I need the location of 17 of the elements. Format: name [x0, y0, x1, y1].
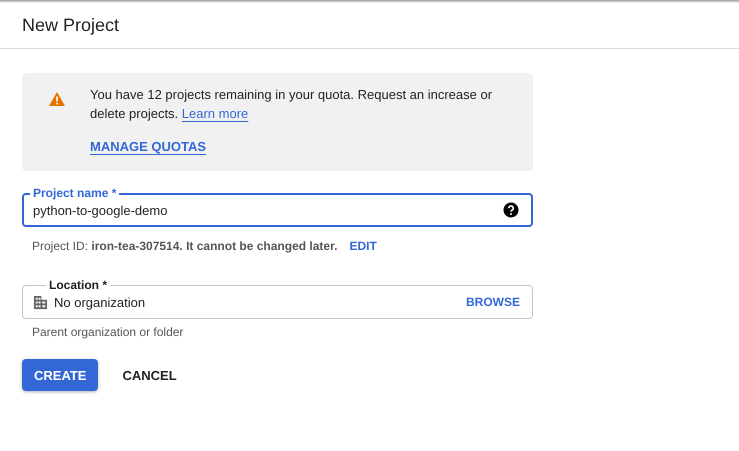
building-icon	[33, 294, 48, 310]
browse-link[interactable]: BROWSE	[466, 295, 520, 309]
project-id-text: Project ID: iron-tea-307514. It cannot be changed later.	[32, 239, 338, 253]
quota-message: You have 12 projects remaining in your quota. Request an increase or delete projects. Learn more	[90, 86, 494, 123]
field-value: python-to-google-demo	[33, 202, 168, 218]
field-label: Project name *	[30, 186, 120, 200]
page-title: New Project	[22, 15, 120, 36]
location-hint: Parent organization or folder	[32, 325, 184, 339]
learn-more-link[interactable]: Learn more	[182, 106, 248, 121]
warning-icon	[49, 92, 65, 106]
field-value: No organization	[54, 294, 146, 310]
edit-link[interactable]: EDIT	[349, 239, 377, 253]
create-button[interactable]: CREATE	[22, 359, 98, 391]
manage-quotas-link[interactable]: MANAGE QUOTAS	[90, 139, 206, 154]
field-label: Location *	[46, 278, 110, 292]
cancel-button[interactable]: CANCEL	[110, 359, 189, 391]
help-icon[interactable]	[503, 202, 519, 218]
